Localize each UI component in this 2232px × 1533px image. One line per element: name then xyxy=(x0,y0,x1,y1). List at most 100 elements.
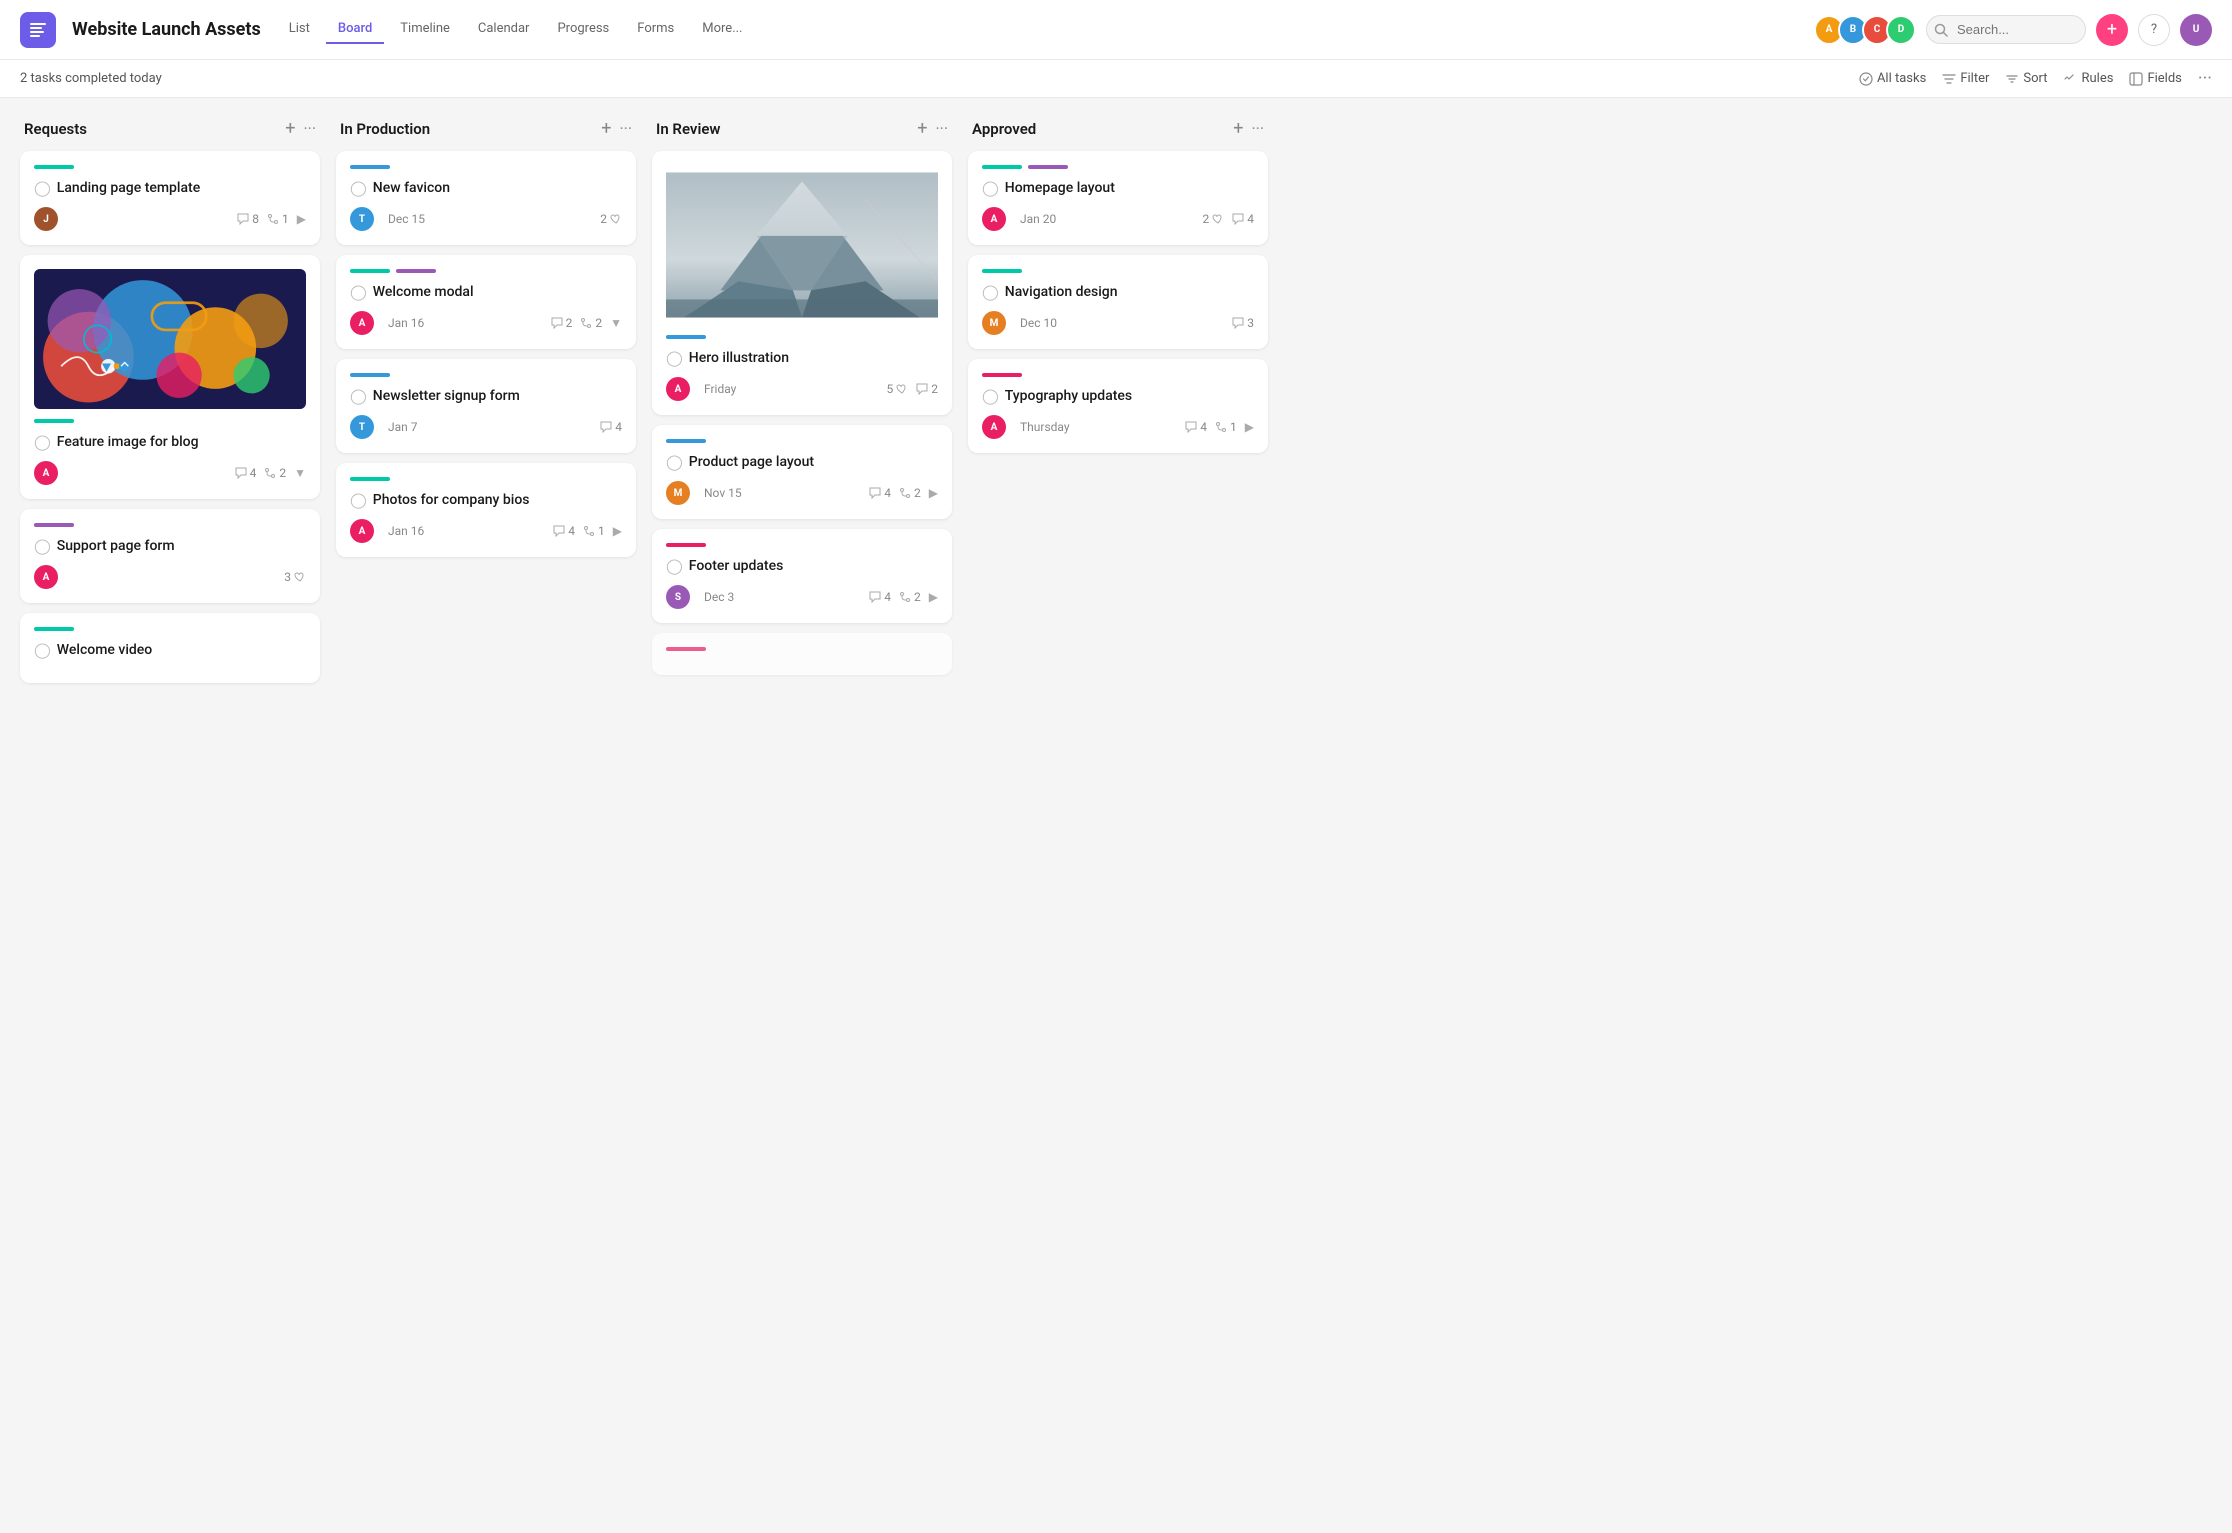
board: Requests + ··· ◯ Landing page template J… xyxy=(0,98,2232,1511)
card-avatar: S xyxy=(666,585,690,609)
column-requests-header: Requests + ··· xyxy=(20,118,320,151)
card-landing-page-title: ◯ Landing page template xyxy=(34,179,306,197)
card-partial-bottom[interactable] xyxy=(652,633,952,675)
branch-icon xyxy=(580,317,592,329)
column-production-menu-button[interactable]: ··· xyxy=(619,119,632,138)
comment-icon xyxy=(869,591,881,603)
column-in-production-actions: + ··· xyxy=(601,118,632,139)
tag-purple xyxy=(396,269,436,273)
card-avatar: A xyxy=(666,377,690,401)
filter-label: Filter xyxy=(1960,71,1989,86)
card-new-favicon-title: ◯ New favicon xyxy=(350,179,622,197)
card-welcome-modal-title: ◯ Welcome modal xyxy=(350,283,622,301)
tab-timeline[interactable]: Timeline xyxy=(388,15,462,44)
card-footer-updates[interactable]: ◯ Footer updates S Dec 3 4 2 ▶ xyxy=(652,529,952,623)
search-input[interactable] xyxy=(1926,15,2086,44)
all-tasks-button[interactable]: All tasks xyxy=(1859,71,1926,86)
help-button[interactable]: ? xyxy=(2138,14,2170,46)
card-meta: 5 2 xyxy=(887,382,939,396)
card-photos-company[interactable]: ◯ Photos for company bios A Jan 16 4 1 ▶ xyxy=(336,463,636,557)
column-in-review: In Review + ··· xyxy=(652,118,952,685)
column-approved-menu-button[interactable]: ··· xyxy=(1251,119,1264,138)
check-icon: ◯ xyxy=(34,179,51,197)
comment-count: 4 xyxy=(600,420,622,434)
comment-count: 3 xyxy=(1232,316,1254,330)
search-icon xyxy=(1934,23,1948,37)
card-typography-updates[interactable]: ◯ Typography updates A Thursday 4 1 ▶ xyxy=(968,359,1268,453)
column-requests-title: Requests xyxy=(24,120,285,138)
column-review-menu-button[interactable]: ··· xyxy=(935,119,948,138)
column-in-production-header: In Production + ··· xyxy=(336,118,636,151)
toolbar-more-button[interactable]: ··· xyxy=(2198,68,2212,89)
card-support-page-footer: A 3 xyxy=(34,565,306,589)
check-icon: ◯ xyxy=(666,349,683,367)
column-in-review-actions: + ··· xyxy=(917,118,948,139)
card-avatar: A xyxy=(350,311,374,335)
card-hero-illustration[interactable]: ◯ Hero illustration A Friday 5 2 xyxy=(652,151,952,415)
column-requests-actions: + ··· xyxy=(285,118,316,139)
card-feature-image[interactable]: ◯ Feature image for blog A 4 2 ▼ xyxy=(20,255,320,499)
like-icon xyxy=(1212,213,1224,225)
card-homepage-layout[interactable]: ◯ Homepage layout A Jan 20 2 4 xyxy=(968,151,1268,245)
tag-green xyxy=(350,477,390,481)
add-card-production-button[interactable]: + xyxy=(601,118,611,139)
tab-board[interactable]: Board xyxy=(326,15,384,44)
card-date: Jan 16 xyxy=(388,524,424,538)
like-icon xyxy=(294,571,306,583)
dropdown-icon: ▼ xyxy=(610,316,622,330)
card-meta: 4 1 ▶ xyxy=(1185,420,1254,434)
tab-progress[interactable]: Progress xyxy=(545,15,621,44)
tab-forms[interactable]: Forms xyxy=(625,15,686,44)
comment-count: 4 xyxy=(553,524,575,538)
card-welcome-video[interactable]: ◯ Welcome video xyxy=(20,613,320,683)
card-landing-page-footer: J 8 1 ▶ xyxy=(34,207,306,231)
card-welcome-modal[interactable]: ◯ Welcome modal A Jan 16 2 2 ▼ xyxy=(336,255,636,349)
check-icon: ◯ xyxy=(666,453,683,471)
comment-icon xyxy=(235,467,247,479)
card-typography-footer: A Thursday 4 1 ▶ xyxy=(982,415,1254,439)
avatar-4[interactable]: D xyxy=(1886,15,1916,45)
sort-button[interactable]: Sort xyxy=(2005,71,2047,86)
rules-button[interactable]: Rules xyxy=(2063,71,2113,86)
card-meta: 3 xyxy=(284,570,306,584)
user-avatar[interactable]: U xyxy=(2180,14,2212,46)
add-card-approved-button[interactable]: + xyxy=(1233,118,1243,139)
card-meta: 4 xyxy=(600,420,622,434)
column-approved-title: Approved xyxy=(972,120,1233,138)
card-support-page-title: ◯ Support page form xyxy=(34,537,306,555)
card-footer-updates-title: ◯ Footer updates xyxy=(666,557,938,575)
card-new-favicon[interactable]: ◯ New favicon T Dec 15 2 xyxy=(336,151,636,245)
card-product-page[interactable]: ◯ Product page layout M Nov 15 4 2 ▶ xyxy=(652,425,952,519)
card-feature-image-title: ◯ Feature image for blog xyxy=(34,433,306,451)
tab-calendar[interactable]: Calendar xyxy=(466,15,542,44)
tag-green xyxy=(982,165,1022,169)
card-navigation-design[interactable]: ◯ Navigation design M Dec 10 3 xyxy=(968,255,1268,349)
column-requests-menu-button[interactable]: ··· xyxy=(303,119,316,138)
card-date: Dec 3 xyxy=(704,590,734,604)
add-card-requests-button[interactable]: + xyxy=(285,118,295,139)
add-card-review-button[interactable]: + xyxy=(917,118,927,139)
rules-icon xyxy=(2063,72,2077,86)
add-button[interactable]: + xyxy=(2096,14,2128,46)
tag-pink xyxy=(666,543,706,547)
check-icon: ◯ xyxy=(34,641,51,659)
tab-more[interactable]: More... xyxy=(690,15,754,44)
tab-list[interactable]: List xyxy=(277,15,322,44)
tag-pink xyxy=(982,373,1022,377)
arrow-right-icon: ▶ xyxy=(929,486,938,500)
column-in-production-title: In Production xyxy=(340,120,601,138)
card-date: Thursday xyxy=(1020,420,1070,434)
column-in-review-title: In Review xyxy=(656,120,917,138)
like-icon xyxy=(610,213,622,225)
card-support-page[interactable]: ◯ Support page form A 3 xyxy=(20,509,320,603)
card-newsletter[interactable]: ◯ Newsletter signup form T Jan 7 4 xyxy=(336,359,636,453)
filter-button[interactable]: Filter xyxy=(1942,71,1989,86)
card-date: Dec 15 xyxy=(388,212,425,226)
branch-count: 1 xyxy=(267,212,289,226)
card-landing-page[interactable]: ◯ Landing page template J 8 1 ▶ xyxy=(20,151,320,245)
card-meta: 8 1 ▶ xyxy=(237,212,306,226)
tag-green xyxy=(34,627,74,631)
fields-button[interactable]: Fields xyxy=(2129,71,2181,86)
team-avatars: A B C D xyxy=(1814,15,1916,45)
card-hero-footer: A Friday 5 2 xyxy=(666,377,938,401)
